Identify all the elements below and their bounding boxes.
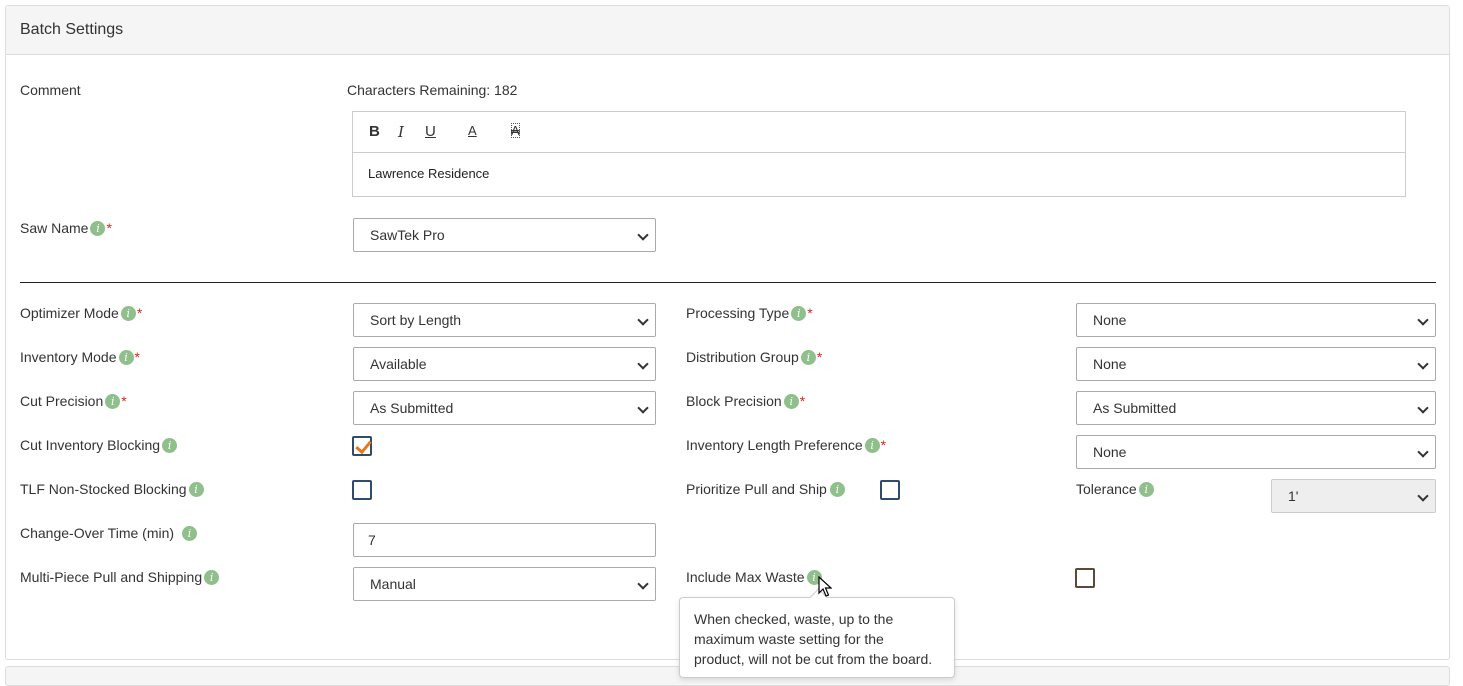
inventory-mode-select[interactable]: Available — [353, 347, 656, 381]
info-icon[interactable]: i — [864, 437, 880, 453]
tlf-non-stocked-blocking-label: TLF Non-Stocked Blocking i — [20, 481, 204, 497]
chevron-down-icon — [637, 229, 649, 241]
italic-button[interactable]: I — [398, 123, 404, 141]
section-divider — [20, 282, 1436, 283]
info-icon[interactable]: i — [118, 349, 134, 365]
cut-precision-label: Cut Precision i * — [20, 393, 127, 409]
info-icon[interactable]: i — [1138, 481, 1154, 497]
saw-name-label: Saw Name i * — [20, 220, 112, 236]
tlf-non-stocked-blocking-checkbox[interactable] — [352, 480, 372, 500]
required-mark: * — [121, 393, 127, 409]
block-precision-label: Block Precision i * — [686, 393, 806, 409]
required-mark: * — [134, 349, 140, 365]
cut-inventory-blocking-checkbox[interactable] — [352, 436, 372, 456]
info-icon[interactable]: i — [800, 349, 816, 365]
mouse-cursor-icon — [818, 576, 832, 597]
chevron-down-icon — [637, 358, 649, 370]
required-mark: * — [136, 305, 143, 321]
processing-type-label: Processing Type i * — [686, 305, 813, 321]
block-precision-select[interactable]: As Submitted — [1076, 391, 1436, 425]
info-icon[interactable]: i — [162, 437, 178, 453]
info-icon[interactable]: i — [120, 305, 136, 321]
inventory-mode-label: Inventory Mode i * — [20, 349, 140, 365]
chevron-down-icon — [1417, 490, 1429, 502]
tooltip-line: product, will not be cut from the board. — [694, 651, 933, 667]
distribution-group-select[interactable]: None — [1076, 347, 1436, 381]
prioritize-pull-checkbox[interactable] — [880, 480, 900, 500]
info-icon[interactable]: i — [204, 569, 220, 585]
cut-inventory-blocking-label: Cut Inventory Blocking i — [20, 437, 178, 453]
chevron-down-icon — [637, 314, 649, 326]
inventory-length-pref-select[interactable]: None — [1076, 435, 1436, 469]
saw-name-select[interactable]: SawTek Pro — [353, 218, 656, 252]
required-mark: * — [816, 349, 823, 365]
chevron-down-icon — [1417, 358, 1429, 370]
comment-editor[interactable]: B I U A A Lawrence Residence — [352, 111, 1406, 197]
comment-text[interactable]: Lawrence Residence — [353, 153, 1405, 194]
tolerance-label: Tolerance i — [1076, 481, 1154, 497]
info-icon[interactable]: i — [188, 481, 204, 497]
chevron-down-icon — [1417, 402, 1429, 414]
required-mark: * — [106, 220, 112, 236]
info-icon[interactable]: i — [90, 220, 106, 236]
info-icon[interactable]: i — [829, 481, 845, 497]
chevron-down-icon — [637, 578, 649, 590]
tolerance-select: 1' — [1271, 479, 1436, 513]
change-over-time-input[interactable]: 7 — [353, 523, 656, 557]
required-mark: * — [807, 305, 813, 321]
bold-button[interactable]: B — [369, 123, 380, 140]
chevron-down-icon — [637, 402, 649, 414]
required-mark: * — [799, 393, 806, 409]
include-max-waste-tooltip: When checked, waste, up to the maximum w… — [679, 597, 955, 678]
include-max-waste-label: Include Max Waste i — [686, 569, 822, 585]
clear-format-icon[interactable]: A — [511, 123, 520, 138]
comment-label: Comment — [20, 82, 81, 98]
multi-piece-select[interactable]: Manual — [353, 567, 656, 601]
underline-button[interactable]: U — [425, 123, 436, 140]
tooltip-line: When checked, waste, up to the — [694, 611, 894, 627]
processing-type-select[interactable]: None — [1076, 303, 1436, 337]
distribution-group-label: Distribution Group i * — [686, 349, 823, 365]
font-color-icon[interactable]: A — [468, 123, 477, 138]
info-icon[interactable]: i — [783, 393, 799, 409]
tooltip-line: maximum waste setting for the — [694, 631, 884, 647]
chevron-down-icon — [1417, 314, 1429, 326]
inventory-length-pref-label: Inventory Length Preference i * — [686, 437, 887, 453]
info-icon[interactable]: i — [105, 393, 121, 409]
include-max-waste-checkbox[interactable] — [1075, 568, 1095, 588]
multi-piece-label: Multi-Piece Pull and Shipping i — [20, 569, 220, 585]
info-icon[interactable]: i — [791, 305, 807, 321]
required-mark: * — [880, 437, 887, 453]
panel-title: Batch Settings — [6, 6, 1449, 55]
prioritize-pull-label: Prioritize Pull and Ship i — [686, 481, 845, 497]
info-icon[interactable]: i — [182, 525, 198, 541]
editor-toolbar: B I U A A — [353, 112, 1405, 153]
optimizer-mode-select[interactable]: Sort by Length — [353, 303, 656, 337]
cut-precision-select[interactable]: As Submitted — [353, 391, 656, 425]
optimizer-mode-label: Optimizer Mode i * — [20, 305, 143, 321]
characters-remaining: Characters Remaining: 182 — [347, 82, 518, 98]
change-over-time-label: Change-Over Time (min) i — [20, 525, 198, 541]
chevron-down-icon — [1417, 446, 1429, 458]
